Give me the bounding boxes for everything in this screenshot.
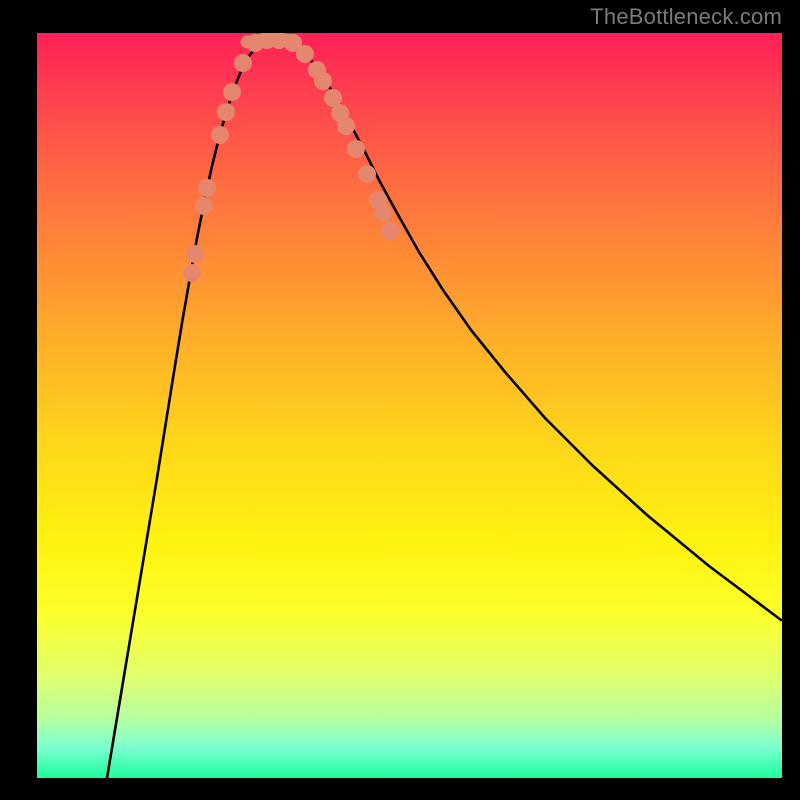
marker-dot	[337, 117, 355, 135]
marker-dot	[347, 140, 365, 158]
marker-dot	[314, 72, 332, 90]
chart-frame: TheBottleneck.com	[0, 0, 800, 800]
marker-dot	[195, 197, 213, 215]
marker-dot	[374, 204, 392, 222]
watermark-text: TheBottleneck.com	[590, 4, 782, 30]
marker-dot	[358, 165, 376, 183]
plot-area	[37, 33, 782, 778]
marker-dot	[234, 54, 252, 72]
curves-svg	[37, 33, 782, 778]
marker-dot	[186, 245, 204, 263]
marker-dot	[198, 179, 216, 197]
marker-dot	[223, 83, 241, 101]
marker-dot	[217, 103, 235, 121]
marker-dot	[296, 45, 314, 63]
left-curve	[107, 41, 265, 778]
right-curve	[285, 41, 781, 620]
marker-dot	[183, 264, 201, 282]
marker-dot	[211, 126, 229, 144]
marker-dot	[381, 222, 399, 240]
